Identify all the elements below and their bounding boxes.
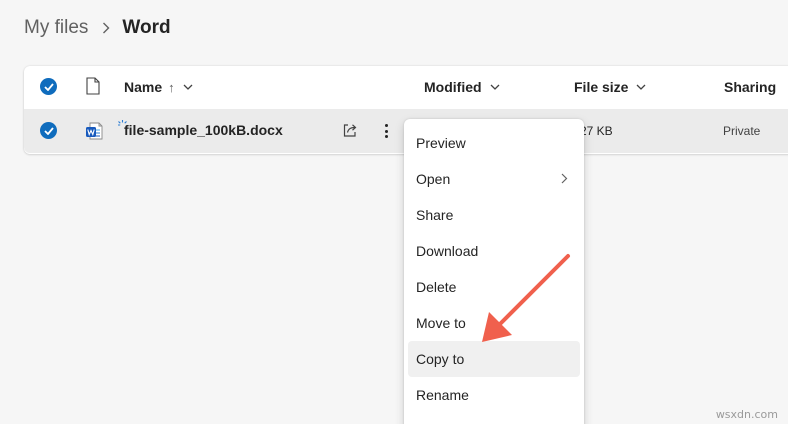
more-actions-icon[interactable]: [380, 121, 392, 141]
file-list-header: Name ↑ Modified File size Sharing: [24, 66, 788, 108]
menu-item-share[interactable]: Share: [408, 197, 580, 233]
menu-item-label: Share: [416, 207, 454, 223]
menu-item-label: Delete: [416, 279, 457, 295]
word-document-icon: [84, 121, 104, 141]
column-header-modified[interactable]: Modified: [424, 79, 500, 95]
column-header-sharing[interactable]: Sharing: [724, 79, 776, 95]
menu-item-preview[interactable]: Preview: [408, 125, 580, 161]
file-name-link[interactable]: file-sample_100kB.docx: [124, 122, 283, 138]
menu-item-rename[interactable]: Rename: [408, 377, 580, 413]
checkmark-icon: [43, 126, 54, 135]
chevron-down-icon: [490, 84, 500, 90]
chevron-right-icon: [102, 22, 110, 34]
watermark: wsxdn.com: [715, 408, 778, 421]
share-icon[interactable]: [342, 122, 358, 143]
menu-item-label: Open: [416, 171, 451, 187]
menu-item-label: Download: [416, 243, 479, 259]
checkmark-icon: [43, 82, 54, 91]
breadcrumb-my-files[interactable]: My files: [24, 17, 88, 39]
chevron-right-icon: [561, 173, 568, 184]
menu-item-label: Move to: [416, 315, 466, 331]
sharing-cell: Private: [723, 124, 761, 138]
column-header-sharing-label: Sharing: [724, 79, 777, 95]
sort-ascending-icon: ↑: [168, 79, 175, 95]
row-checkbox[interactable]: [40, 122, 57, 139]
file-size-cell: 27 KB: [580, 124, 613, 138]
chevron-down-icon: [637, 84, 646, 90]
column-header-name-label: Name: [124, 79, 163, 95]
column-header-modified-label: Modified: [424, 79, 482, 95]
breadcrumb-current-folder: Word: [122, 17, 171, 38]
column-header-file-size[interactable]: File size: [574, 79, 646, 95]
annotation-arrow-icon: [482, 254, 570, 342]
breadcrumb: My files Word: [24, 16, 171, 40]
menu-item-open[interactable]: Open: [408, 161, 580, 197]
menu-item-label: Copy to: [416, 351, 465, 367]
menu-item-label: Rename: [416, 387, 469, 403]
chevron-down-icon: [183, 84, 193, 90]
file-type-icon: [86, 77, 100, 100]
column-header-file-size-label: File size: [574, 79, 629, 95]
select-all-checkbox[interactable]: [40, 78, 57, 95]
column-header-name[interactable]: Name ↑: [124, 79, 193, 95]
menu-item-label: Preview: [416, 135, 466, 151]
